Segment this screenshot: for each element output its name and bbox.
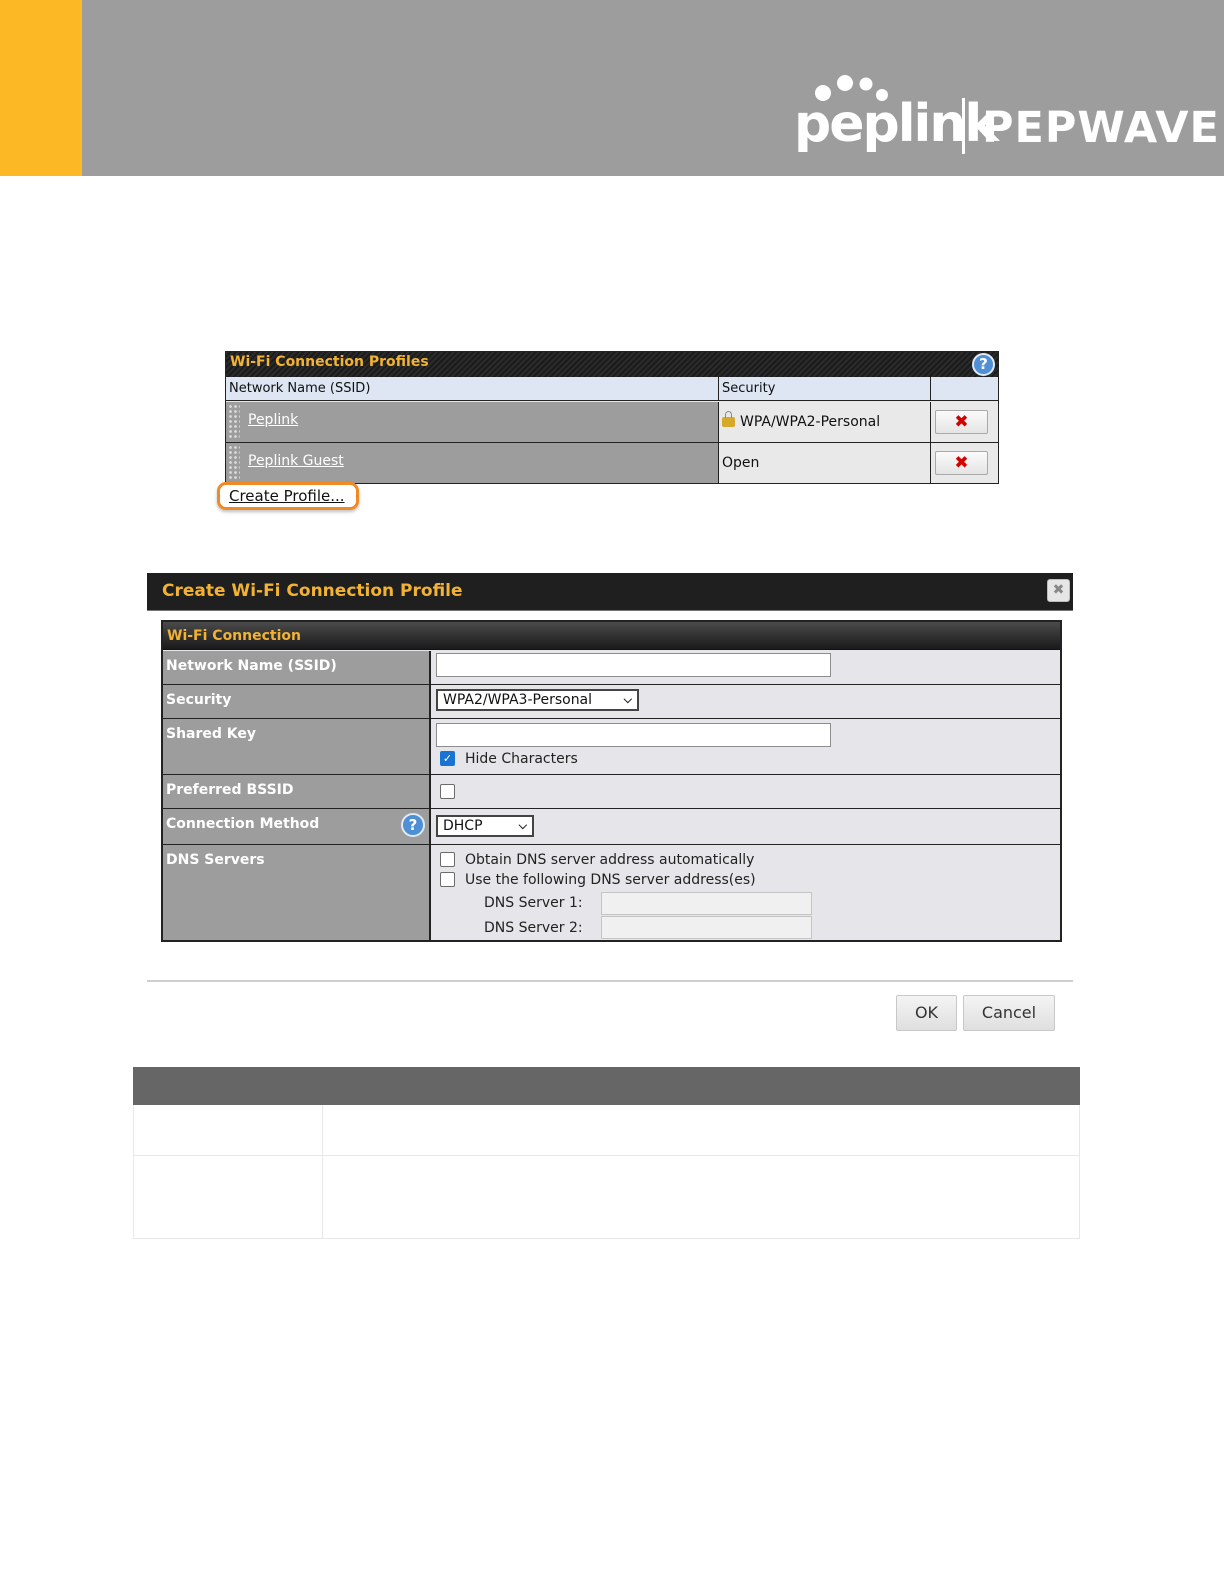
table-row: Peplink WPA/WPA2-Personal ✖ <box>226 402 998 443</box>
dns-server-1-input[interactable] <box>601 892 812 915</box>
dns-server-2-label: DNS Server 2: <box>484 920 583 936</box>
drag-handle-icon[interactable] <box>228 404 240 440</box>
dns-servers-value-cell: Obtain DNS server address automatically … <box>433 845 1060 940</box>
ssid-value-cell <box>433 651 1060 684</box>
connection-method-selected-value: DHCP <box>443 818 483 834</box>
help-icon[interactable]: ? <box>972 353 995 376</box>
drag-handle-icon[interactable] <box>228 445 240 481</box>
table-title: Wi-Fi Connection Profiles <box>230 354 429 370</box>
column-header-ssid: Network Name (SSID) <box>229 381 371 396</box>
bssid-value-cell <box>433 775 1060 808</box>
divider <box>134 1155 1079 1156</box>
form-row-connection-method: Connection Method ? DHCP ⌵ <box>163 809 1060 845</box>
use-dns-manual-label: Use the following DNS server address(es) <box>465 872 756 888</box>
use-dns-manual-checkbox[interactable] <box>440 872 455 887</box>
preferred-bssid-checkbox[interactable] <box>440 784 455 799</box>
form-row-security: Security WPA2/WPA3-Personal ⌵ <box>163 685 1060 719</box>
form-section-header: Wi-Fi Connection <box>163 622 1060 650</box>
doc-table <box>133 1105 1080 1239</box>
security-cell: WPA/WPA2-Personal <box>719 402 930 442</box>
ssid-label: Network Name (SSID) <box>163 651 431 684</box>
divider <box>322 1105 323 1238</box>
hide-characters-label: Hide Characters <box>465 751 578 767</box>
lock-icon <box>722 411 735 427</box>
header-accent-bar <box>0 0 82 176</box>
connection-method-select[interactable]: DHCP ⌵ <box>436 815 534 837</box>
dialog-title: Create Wi-Fi Connection Profile <box>162 581 463 601</box>
delete-cell: ✖ <box>931 402 998 442</box>
connection-method-label: Connection Method ? <box>163 809 431 844</box>
wifi-profiles-table: Wi-Fi Connection Profiles ? Network Name… <box>225 351 999 484</box>
security-value: WPA/WPA2-Personal <box>740 414 881 430</box>
table-header-row: Network Name (SSID) Security <box>226 377 998 401</box>
logo-divider <box>962 98 965 154</box>
shared-key-value-cell: ✓ Hide Characters <box>433 719 1060 774</box>
security-selected-value: WPA2/WPA3-Personal <box>443 692 593 708</box>
obtain-dns-auto-label: Obtain DNS server address automatically <box>465 852 755 868</box>
connection-method-label-text: Connection Method <box>166 816 320 832</box>
form-row-ssid: Network Name (SSID) <box>163 651 1060 685</box>
ssid-input[interactable] <box>436 653 831 677</box>
form-row-bssid: Preferred BSSID <box>163 775 1060 809</box>
create-profile-link[interactable]: Create Profile... <box>229 487 345 505</box>
bssid-label: Preferred BSSID <box>163 775 431 808</box>
divider <box>930 377 931 401</box>
delete-cell: ✖ <box>931 443 998 483</box>
chevron-down-icon: ⌵ <box>518 819 527 832</box>
security-select[interactable]: WPA2/WPA3-Personal ⌵ <box>436 689 639 711</box>
pepwave-logo: PEPWAVE <box>982 103 1220 153</box>
table-row: Peplink Guest Open ✖ <box>226 443 998 484</box>
form-row-dns-servers: DNS Servers Obtain DNS server address au… <box>163 845 1060 940</box>
dns-server-1-label: DNS Server 1: <box>484 895 583 911</box>
section-title: Wi-Fi Connection <box>167 628 301 644</box>
create-profile-highlight: Create Profile... <box>217 482 359 510</box>
hide-characters-checkbox[interactable]: ✓ <box>440 751 455 766</box>
security-cell: Open <box>719 443 930 483</box>
help-icon[interactable]: ? <box>401 813 425 837</box>
security-value-cell: WPA2/WPA3-Personal ⌵ <box>433 685 1060 718</box>
close-icon[interactable]: ✖ <box>1047 579 1070 602</box>
profile-link-peplink[interactable]: Peplink <box>248 412 298 428</box>
profile-link-peplink-guest[interactable]: Peplink Guest <box>248 453 344 469</box>
ok-button[interactable]: OK <box>896 995 957 1031</box>
cancel-button[interactable]: Cancel <box>963 995 1055 1031</box>
connection-method-value-cell: DHCP ⌵ <box>433 809 1060 844</box>
column-header-security: Security <box>722 381 776 396</box>
delete-button[interactable]: ✖ <box>935 410 988 434</box>
doc-table-header <box>133 1067 1080 1105</box>
form-row-shared-key: Shared Key ✓ Hide Characters <box>163 719 1060 775</box>
chevron-down-icon: ⌵ <box>623 693 632 706</box>
dialog-title-bar: Create Wi-Fi Connection Profile ✖ <box>147 573 1073 611</box>
security-label: Security <box>163 685 431 718</box>
obtain-dns-auto-checkbox[interactable] <box>440 852 455 867</box>
dns-server-2-input[interactable] <box>601 916 812 939</box>
dialog-footer-divider <box>147 980 1073 982</box>
table-title-bar: Wi-Fi Connection Profiles ? <box>226 352 998 377</box>
dns-servers-label: DNS Servers <box>163 845 431 940</box>
wifi-connection-form: Wi-Fi Connection Network Name (SSID) Sec… <box>161 620 1062 942</box>
shared-key-input[interactable] <box>436 723 831 747</box>
peplink-logo: peplink <box>794 94 999 154</box>
delete-button[interactable]: ✖ <box>935 451 988 475</box>
ssid-cell: Peplink <box>226 402 718 442</box>
shared-key-label: Shared Key <box>163 719 431 774</box>
ssid-cell: Peplink Guest <box>226 443 718 483</box>
